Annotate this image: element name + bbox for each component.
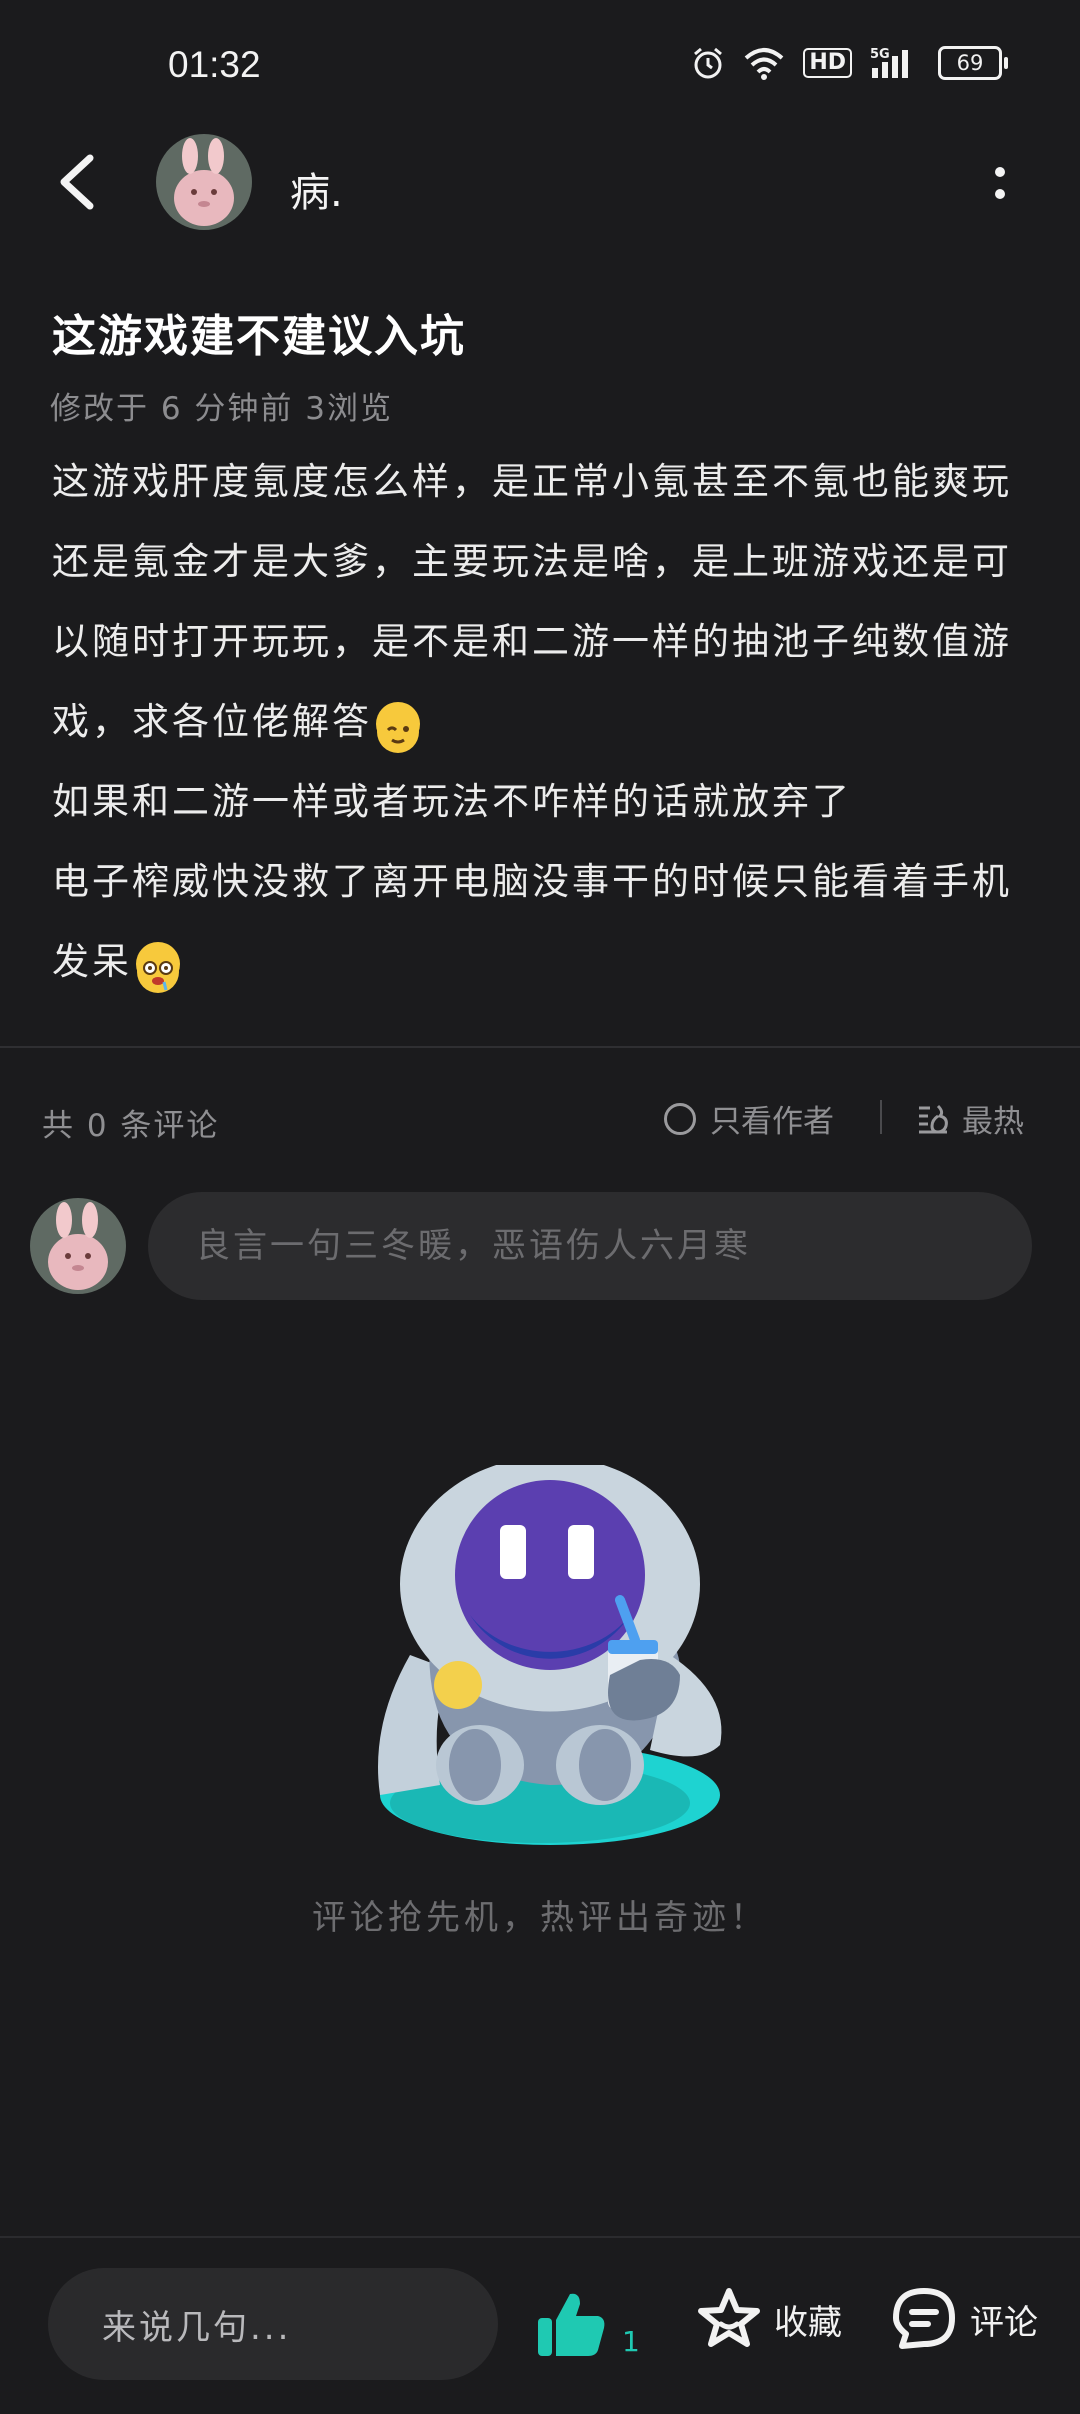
wifi-icon <box>744 48 784 80</box>
comment-button[interactable]: 评论 <box>890 2286 1038 2352</box>
status-time: 01:32 <box>168 44 261 85</box>
say-something-placeholder: 来说几句... <box>102 2307 292 2348</box>
favorite-label: 收藏 <box>774 2302 842 2343</box>
empty-state-robot-illustration <box>378 1465 722 1845</box>
content-divider <box>0 1046 1080 1048</box>
author-name[interactable]: 病. <box>290 160 343 218</box>
favorite-button[interactable]: 收藏 <box>696 2286 842 2352</box>
comments-count: 共 0 条评论 <box>42 1108 220 1144</box>
comment-input[interactable] <box>148 1192 1032 1300</box>
like-button[interactable]: 1 <box>536 2290 640 2358</box>
empty-comments-text: 评论抢先机，热评出奇迹！ <box>312 1898 768 1938</box>
post-title: 这游戏建不建议入坑 <box>52 311 466 362</box>
signal-5g-icon: 5G <box>870 47 908 78</box>
comment-label: 评论 <box>970 2302 1038 2343</box>
thumbs-up-icon <box>538 2293 605 2356</box>
avatar-image <box>156 134 252 230</box>
avatar-image <box>30 1198 126 1294</box>
post-paragraph: 如果和二游一样或者玩法不咋样的话就放弃了 <box>52 780 852 823</box>
wink-emoji-icon <box>376 701 420 753</box>
back-button[interactable] <box>50 150 110 214</box>
svg-text:5G: 5G <box>870 47 890 62</box>
filter-separator <box>880 1100 882 1134</box>
sort-hot-button[interactable]: 最热 <box>916 1096 1024 1141</box>
only-author-toggle[interactable]: 只看作者 <box>664 1096 834 1141</box>
drooling-emoji-icon <box>136 941 180 993</box>
paragraph-text: 电子榨威快没救了离开电脑没事干的时候只能看着手机发呆 <box>52 860 1012 983</box>
paragraph-text: 这游戏肝度氪度怎么样，是正常小氪甚至不氪也能爽玩还是氪金才是大爹，主要玩法是啥，… <box>52 460 1012 743</box>
radio-icon <box>664 1102 696 1135</box>
post-paragraph: 电子榨威快没救了离开电脑没事干的时候只能看着手机发呆 <box>52 842 1042 1002</box>
comment-bubble-icon <box>893 2288 955 2349</box>
alarm-icon <box>694 47 723 79</box>
post-body: 这游戏肝度氪度怎么样，是正常小氪甚至不氪也能爽玩还是氪金才是大爹，主要玩法是啥，… <box>52 442 1042 1002</box>
my-avatar <box>30 1198 126 1294</box>
like-count: 1 <box>622 2325 640 2358</box>
say-something-input[interactable]: 来说几句... <box>48 2268 498 2380</box>
star-icon <box>698 2288 760 2347</box>
battery-icon: 69 <box>938 46 1008 80</box>
sort-hot-label: 最热 <box>962 1104 1024 1140</box>
sort-hot-icon <box>919 1104 948 1134</box>
more-options-button[interactable] <box>980 160 1020 208</box>
hd-icon: HD <box>803 48 852 78</box>
author-avatar[interactable] <box>156 134 252 230</box>
post-paragraph: 这游戏肝度氪度怎么样，是正常小氪甚至不氪也能爽玩还是氪金才是大爹，主要玩法是啥，… <box>52 442 1042 762</box>
comment-input-box[interactable] <box>148 1192 1032 1300</box>
only-author-label: 只看作者 <box>710 1104 834 1140</box>
status-icons: HD 5G 69 <box>691 46 1008 80</box>
back-arrow-icon <box>60 154 94 210</box>
post-meta: 修改于 6 分钟前 3浏览 <box>50 391 394 427</box>
more-vertical-icon <box>995 167 1005 199</box>
battery-level: 69 <box>956 51 984 75</box>
